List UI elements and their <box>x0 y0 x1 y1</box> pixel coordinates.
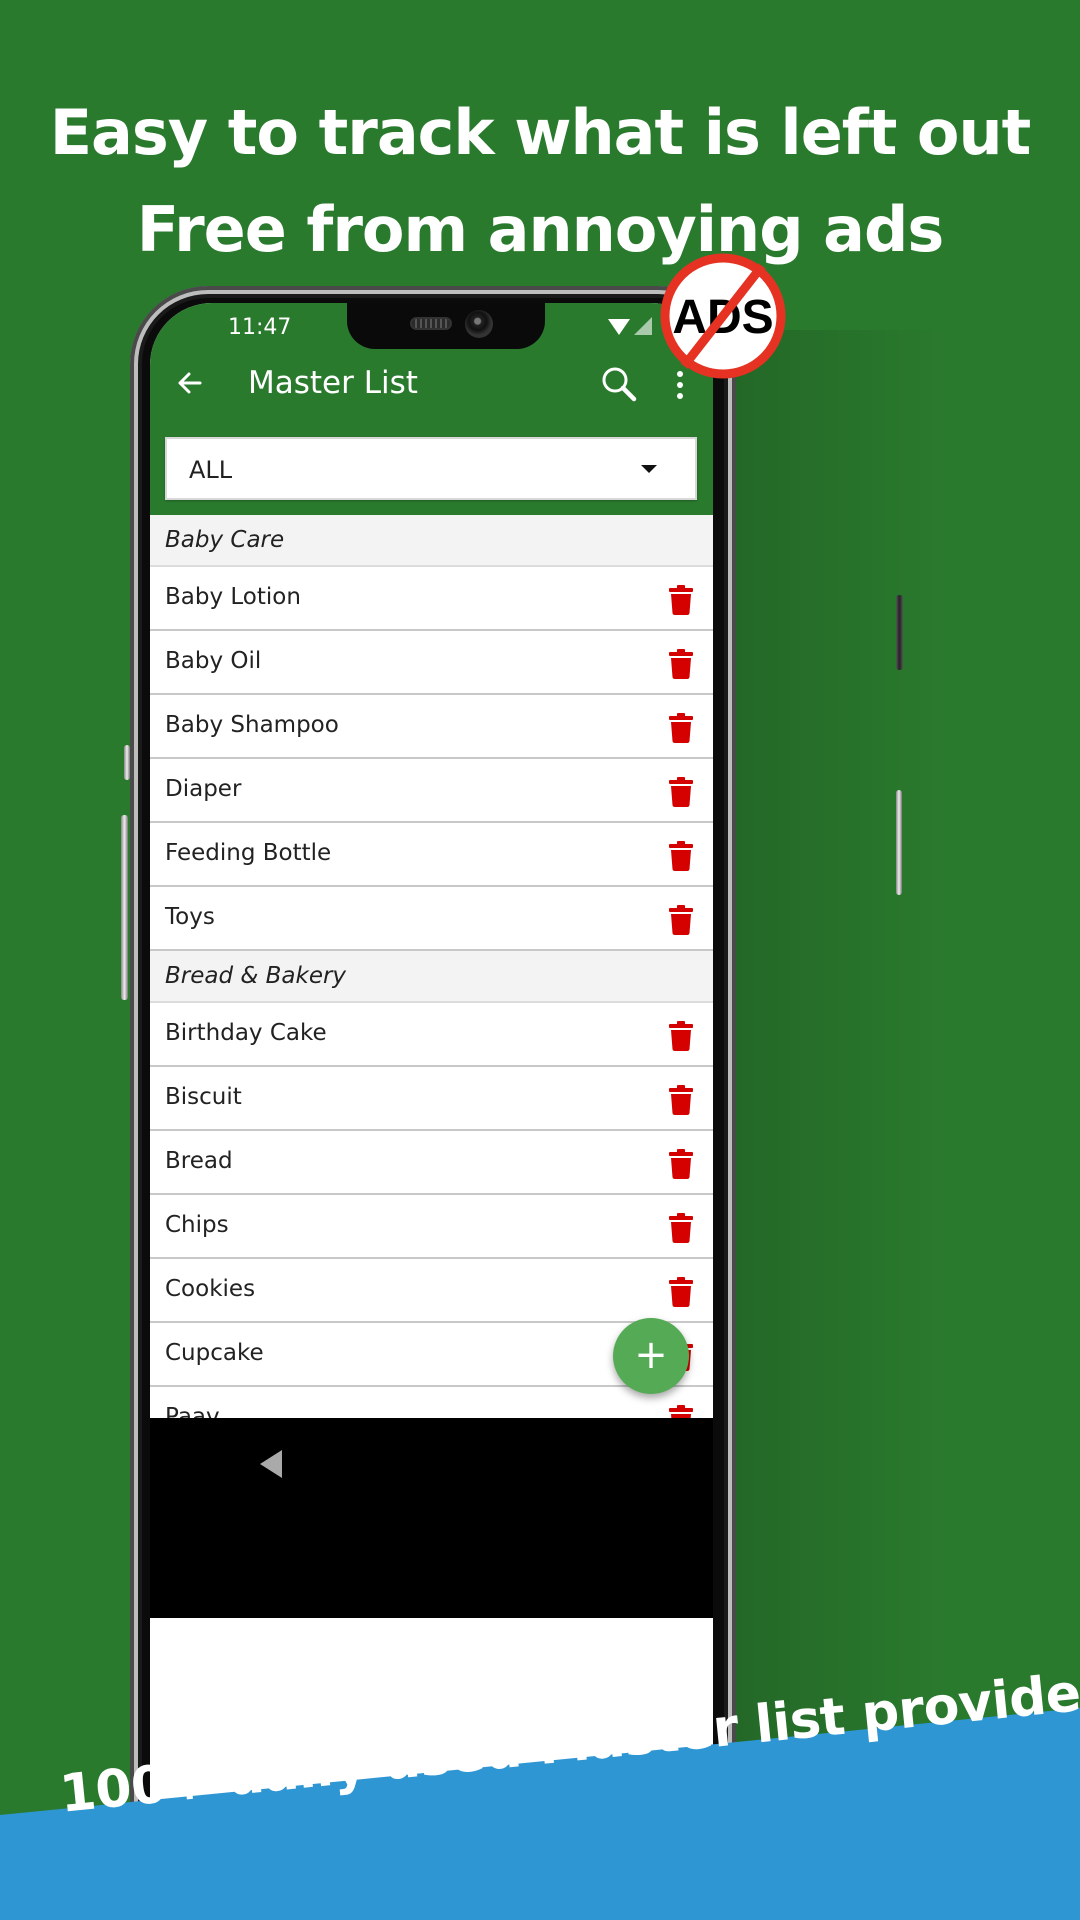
item-name: Baby Lotion <box>165 584 301 610</box>
status-time: 11:47 <box>228 315 292 340</box>
delete-button[interactable] <box>668 713 694 743</box>
page-title: Master List <box>248 365 418 401</box>
dropdown-selected-value: ALL <box>189 456 233 484</box>
signal-icon <box>634 317 652 335</box>
arrow-left-icon <box>178 372 202 394</box>
phone-screen: 11:47 Master List ALL Baby Care Baby Lot… <box>150 303 713 1903</box>
delete-button[interactable] <box>668 1021 694 1051</box>
more-vert-icon <box>677 393 683 399</box>
category-header: Baby Care <box>150 515 713 567</box>
add-item-button[interactable]: + <box>613 1318 689 1394</box>
promo-headline-line1: Easy to track what is left out <box>49 96 1032 169</box>
caret-down-icon <box>641 465 657 473</box>
no-ads-badge: ADS <box>660 253 786 379</box>
system-nav-bar <box>150 1418 713 1618</box>
delete-button[interactable] <box>668 777 694 807</box>
item-name: Chips <box>165 1212 229 1238</box>
item-name: Birthday Cake <box>165 1020 327 1046</box>
delete-button[interactable] <box>668 1085 694 1115</box>
nav-back-icon[interactable] <box>260 1450 282 1478</box>
promo-headline-line2: Free from annoying ads <box>136 193 945 266</box>
category-name: Bread & Bakery <box>165 963 347 989</box>
delete-button[interactable] <box>668 841 694 871</box>
back-button[interactable] <box>170 363 210 403</box>
list-item[interactable]: Birthday Cake <box>150 1003 713 1067</box>
item-name: Baby Oil <box>165 648 262 674</box>
list-item[interactable]: Baby Oil <box>150 631 713 695</box>
list-item[interactable]: Biscuit <box>150 1067 713 1131</box>
more-vert-icon <box>677 382 683 388</box>
item-name: Cookies <box>165 1276 256 1302</box>
speaker-grille <box>410 317 452 330</box>
list-item[interactable]: Cookies <box>150 1259 713 1323</box>
front-camera <box>465 310 493 338</box>
category-name: Baby Care <box>165 527 285 553</box>
delete-button[interactable] <box>668 1277 694 1307</box>
phone-notch <box>347 303 545 349</box>
delete-button[interactable] <box>668 905 694 935</box>
item-name: Toys <box>165 904 215 930</box>
list-item[interactable]: Feeding Bottle <box>150 823 713 887</box>
phone-side-button <box>896 595 903 670</box>
list-item[interactable]: Chips <box>150 1195 713 1259</box>
search-icon <box>602 367 637 402</box>
phone-side-button <box>896 790 902 895</box>
category-header: Bread & Bakery <box>150 951 713 1003</box>
list-item[interactable]: Diaper <box>150 759 713 823</box>
item-name: Baby Shampoo <box>165 712 339 738</box>
category-filter-dropdown[interactable]: ALL <box>165 437 697 500</box>
list-item[interactable]: Baby Shampoo <box>150 695 713 759</box>
item-name: Bread <box>165 1148 233 1174</box>
master-list: Baby Care Baby Lotion Baby Oil Baby Sham… <box>150 515 713 1451</box>
delete-button[interactable] <box>668 585 694 615</box>
list-item[interactable]: Toys <box>150 887 713 951</box>
item-name: Diaper <box>165 776 242 802</box>
item-name: Biscuit <box>165 1084 242 1110</box>
item-name: Feeding Bottle <box>165 840 332 866</box>
delete-button[interactable] <box>668 1149 694 1179</box>
list-item[interactable]: Baby Lotion <box>150 567 713 631</box>
list-item[interactable]: Bread <box>150 1131 713 1195</box>
wifi-icon <box>608 319 630 335</box>
search-button[interactable] <box>598 363 640 405</box>
phone-side-button <box>121 815 128 1000</box>
item-name: Cupcake <box>165 1340 264 1366</box>
delete-button[interactable] <box>668 649 694 679</box>
delete-button[interactable] <box>668 1213 694 1243</box>
